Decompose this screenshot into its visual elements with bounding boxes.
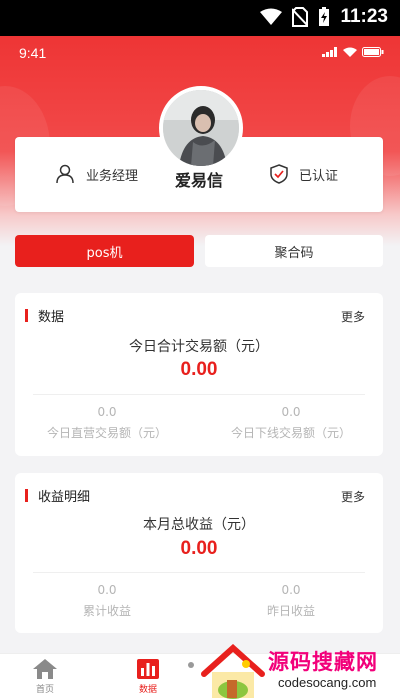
nav-data-label: 数据: [138, 685, 157, 695]
yesterday-label: 昨日收益: [266, 604, 315, 618]
no-sim-icon: [292, 7, 309, 27]
app-status-icons: [322, 47, 384, 57]
watermark-url: codesocang.com: [278, 675, 377, 690]
data-card: 数据 更多 今日合计交易额（元） 0.00 0.0 今日直营交易额（元） 0.0…: [15, 293, 383, 456]
app-clock: 9:41: [19, 45, 47, 61]
avatar-photo: [163, 90, 239, 166]
title-accent-bar: [25, 309, 28, 322]
verified-section[interactable]: 已认证: [269, 164, 338, 184]
house-logo-icon: [201, 644, 265, 699]
system-clock: 11:23: [340, 6, 388, 27]
cumulative-label: 累计收益: [82, 604, 131, 618]
downline-label: 今日下线交易额（元）: [230, 426, 351, 440]
direct-stat: 0.0 今日直营交易额（元）: [15, 405, 199, 441]
yesterday-value: 0.0: [281, 583, 301, 597]
signal-icon: [322, 47, 337, 57]
nav-home[interactable]: 首页: [15, 658, 75, 695]
shield-check-icon: [270, 164, 288, 184]
downline-stat: 0.0 今日下线交易额（元）: [199, 405, 383, 441]
direct-label: 今日直营交易额（元）: [46, 426, 167, 440]
nav-data[interactable]: 数据: [118, 658, 178, 695]
cumulative-value: 0.0: [97, 583, 117, 597]
month-income-label: 本月总收益（元）: [143, 517, 255, 533]
watermark-text: 源码搜藏网: [268, 650, 378, 674]
app-status-bar: 9:41: [0, 36, 400, 70]
avatar[interactable]: [159, 86, 243, 170]
yesterday-stat: 0.0 昨日收益: [199, 583, 383, 619]
tab-aggregate-code[interactable]: 聚合码: [205, 235, 383, 267]
divider: [33, 394, 365, 395]
page-dot: [188, 662, 194, 668]
verified-label: 已认证: [298, 168, 338, 184]
direct-value: 0.0: [97, 405, 117, 419]
wifi-icon: [260, 8, 283, 25]
home-icon: [33, 659, 57, 679]
income-card-title: 收益明细: [25, 486, 90, 505]
today-total-label: 今日合计交易额（元）: [129, 339, 269, 355]
watermark: 源码搜藏网 codesocang.com: [200, 640, 400, 700]
income-more-link[interactable]: 更多: [341, 488, 365, 505]
system-status-bar: 11:23: [0, 0, 400, 36]
battery-icon: [362, 47, 384, 57]
bar-chart-icon: [137, 659, 159, 679]
income-card: 收益明细 更多 本月总收益（元） 0.00 0.0 累计收益 0.0 昨日收益: [15, 473, 383, 633]
nav-home-label: 首页: [35, 685, 54, 695]
tab-pos[interactable]: pos机: [15, 235, 194, 267]
battery-charging-icon: [319, 7, 330, 26]
cumulative-stat: 0.0 累计收益: [15, 583, 199, 619]
month-income-value: 0.00: [180, 538, 218, 559]
today-total-value: 0.00: [180, 359, 218, 380]
income-card-title-text: 收益明细: [38, 490, 91, 505]
downline-value: 0.0: [281, 405, 301, 419]
title-accent-bar: [25, 489, 28, 502]
data-card-title-text: 数据: [38, 310, 65, 325]
divider: [33, 572, 365, 573]
wifi-icon: [343, 47, 357, 57]
data-more-link[interactable]: 更多: [341, 308, 365, 325]
data-card-title: 数据: [25, 306, 64, 325]
system-status-icons: 11:23: [260, 6, 388, 28]
